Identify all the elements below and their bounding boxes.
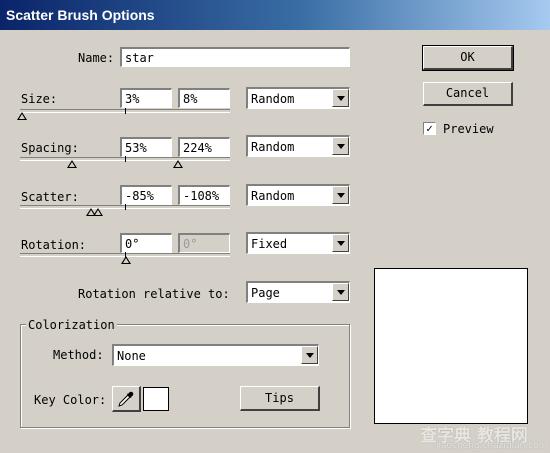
window-title: Scatter Brush Options <box>6 7 155 23</box>
size-label: Size: <box>21 92 58 106</box>
name-input[interactable]: star <box>120 47 350 67</box>
method-select[interactable]: None <box>112 344 319 366</box>
size-max-input[interactable]: 8% <box>178 88 230 108</box>
size-slider-center-tick <box>125 108 126 114</box>
key-color-label: Key Color: <box>34 393 107 407</box>
chevron-down-icon[interactable] <box>332 89 349 107</box>
spacing-slider-center-tick <box>125 156 126 162</box>
rotation-relative-select[interactable]: Page <box>246 281 350 303</box>
method-value: None <box>117 349 146 363</box>
rotation-max-input: 0° <box>178 233 230 253</box>
colorization-group-title: Colorization <box>26 317 117 329</box>
scatter-slider-center-tick <box>125 204 126 210</box>
eyedropper-button[interactable] <box>112 386 141 412</box>
tips-button[interactable]: Tips <box>240 386 320 411</box>
brush-preview-area <box>374 268 528 424</box>
size-mode-value: Random <box>251 92 295 106</box>
scatter-mode-select[interactable]: Random <box>246 184 350 206</box>
window-title-bar: Scatter Brush Options <box>0 0 550 30</box>
preview-checkbox[interactable]: ✓ <box>423 122 436 135</box>
chevron-down-icon[interactable] <box>332 283 349 301</box>
rotation-min-input[interactable]: 0° <box>120 233 172 253</box>
scatter-slider-thumb-min[interactable] <box>93 208 103 216</box>
ok-button[interactable]: OK <box>422 45 514 71</box>
name-label: Name: <box>78 51 115 65</box>
rotation-slider-thumb[interactable] <box>121 256 131 264</box>
method-label: Method: <box>53 348 104 362</box>
chevron-down-icon[interactable] <box>332 234 349 252</box>
scatter-label: Scatter: <box>21 190 79 204</box>
rotation-mode-select[interactable]: Fixed <box>246 232 350 254</box>
size-min-input[interactable]: 3% <box>120 88 172 108</box>
cancel-button[interactable]: Cancel <box>423 82 513 106</box>
colorization-group <box>20 324 350 428</box>
scatter-mode-value: Random <box>251 189 295 203</box>
chevron-down-icon[interactable] <box>332 137 349 155</box>
chevron-down-icon[interactable] <box>332 186 349 204</box>
spacing-label: Spacing: <box>21 141 79 155</box>
size-slider-thumb[interactable] <box>17 112 27 120</box>
rotation-relative-value: Page <box>251 286 280 300</box>
spacing-min-input[interactable]: 53% <box>120 137 172 157</box>
scatter-min-input[interactable]: -85% <box>120 185 172 205</box>
spacing-max-input[interactable]: 224% <box>178 137 230 157</box>
rotation-relative-label: Rotation relative to: <box>78 287 230 301</box>
rotation-mode-value: Fixed <box>251 237 288 251</box>
chevron-down-icon[interactable] <box>301 346 318 364</box>
rotation-label: Rotation: <box>21 238 87 252</box>
size-mode-select[interactable]: Random <box>246 87 350 109</box>
watermark-url: jiaocheng.chazidian.com <box>436 441 548 451</box>
eyedropper-icon <box>118 391 134 407</box>
spacing-slider-thumb-min[interactable] <box>67 160 77 168</box>
key-color-swatch[interactable] <box>143 387 169 411</box>
scatter-max-input[interactable]: -108% <box>178 185 230 205</box>
spacing-slider-thumb-max[interactable] <box>173 160 183 168</box>
spacing-mode-select[interactable]: Random <box>246 135 350 157</box>
preview-label: Preview <box>443 122 494 136</box>
spacing-mode-value: Random <box>251 140 295 154</box>
